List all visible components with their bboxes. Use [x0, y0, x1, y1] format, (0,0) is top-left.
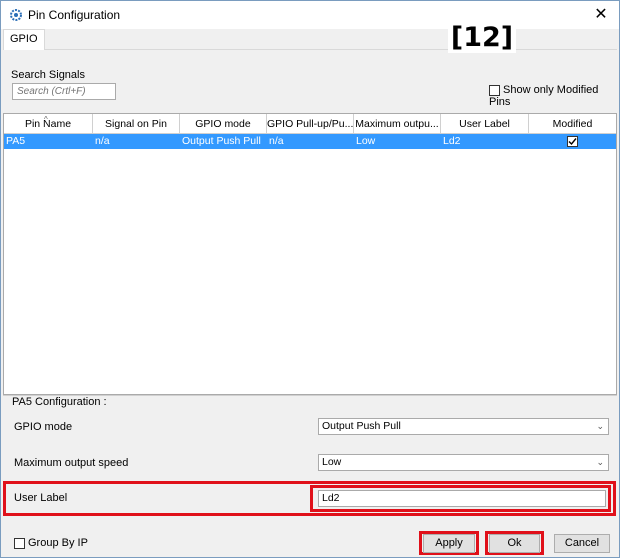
window-title: Pin Configuration [28, 8, 121, 22]
gpio-mode-label: GPIO mode [14, 421, 73, 433]
config-title: PA5 Configuration : [12, 396, 107, 408]
table-header: ^ Pin Name Signal on Pin GPIO mode GPIO … [4, 114, 616, 134]
group-by-ip-checkbox-box[interactable] [14, 537, 25, 549]
chevron-down-icon: ⌄ [596, 421, 604, 431]
cell-user-label: Ld2 [443, 135, 461, 147]
app-gear-icon [10, 9, 22, 21]
show-modified-checkbox-box[interactable] [489, 84, 500, 96]
cell-pin-name: PA5 [6, 135, 26, 147]
close-button[interactable]: ✕ [583, 1, 619, 29]
checkmark-icon [568, 138, 577, 146]
ok-button[interactable]: Ok [489, 534, 540, 553]
close-icon[interactable]: ✕ [594, 6, 607, 23]
group-by-ip-checkbox[interactable]: Group By IP [14, 537, 88, 549]
column-header-pin-name[interactable]: ^ Pin Name [4, 114, 93, 134]
user-label-input[interactable]: Ld2 [318, 490, 606, 507]
apply-button[interactable]: Apply [423, 534, 475, 553]
pin-table: ^ Pin Name Signal on Pin GPIO mode GPIO … [3, 113, 617, 395]
cell-gpio-mode: Output Push Pull [182, 135, 261, 147]
cell-max-speed: Low [356, 135, 376, 147]
column-header-modified[interactable]: Modified [529, 114, 616, 134]
chevron-down-icon: ⌄ [596, 457, 604, 467]
sort-ascending-icon: ^ [44, 115, 48, 124]
user-label-label: User Label [14, 492, 68, 504]
max-speed-label: Maximum output speed [14, 457, 129, 469]
cancel-button[interactable]: Cancel [554, 534, 610, 553]
group-by-ip-label: Group By IP [28, 537, 88, 550]
cell-pull: n/a [269, 135, 284, 147]
show-modified-label: Show only Modified Pins [489, 84, 599, 109]
table-row[interactable]: PA5 n/a Output Push Pull n/a Low Ld2 [4, 134, 616, 149]
tab-strip: GPIO [3, 29, 617, 50]
gpio-mode-value: Output Push Pull [322, 420, 401, 432]
column-header-pull[interactable]: GPIO Pull-up/Pu... [267, 114, 354, 134]
tab-gpio[interactable]: GPIO [3, 29, 45, 50]
step-number-badge: [12] [448, 23, 516, 53]
title-bar: Pin Configuration ✕ [1, 1, 619, 29]
column-header-signal[interactable]: Signal on Pin [93, 114, 180, 134]
cell-signal: n/a [95, 135, 110, 147]
user-label-input-value: Ld2 [322, 492, 340, 504]
max-speed-select[interactable]: Low ⌄ [318, 454, 609, 471]
max-speed-value: Low [322, 456, 342, 468]
search-input[interactable] [12, 83, 116, 100]
show-modified-checkbox[interactable]: Show only Modified Pins [489, 84, 619, 108]
column-header-max-speed[interactable]: Maximum outpu... [354, 114, 441, 134]
pin-configuration-dialog: Pin Configuration ✕ GPIO [12] Search Sig… [0, 0, 620, 558]
cell-modified-checkbox[interactable] [567, 136, 578, 147]
column-header-gpio-mode[interactable]: GPIO mode [180, 114, 267, 134]
column-header-user-label[interactable]: User Label [441, 114, 529, 134]
search-signals-label: Search Signals [11, 69, 85, 81]
gpio-mode-select[interactable]: Output Push Pull ⌄ [318, 418, 609, 435]
pin-config-panel: PA5 Configuration : GPIO mode Output Pus… [3, 395, 617, 520]
